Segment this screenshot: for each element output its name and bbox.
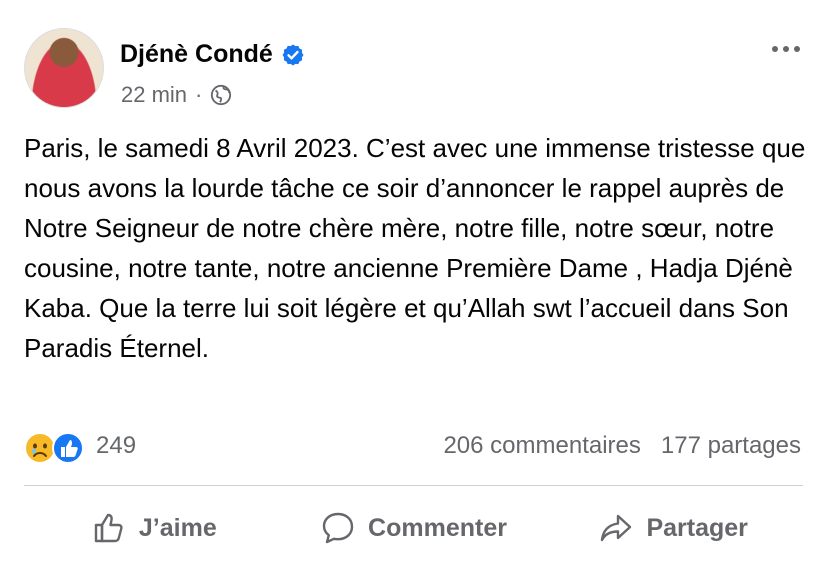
share-button[interactable]: Partager (543, 500, 803, 556)
engagement-counts: 206 commentaires 177 partages (443, 432, 801, 460)
comment-label: Commenter (368, 513, 507, 542)
reaction-icons[interactable] (24, 430, 92, 466)
post-text: Paris, le samedi 8 Avril 2023. C’est ave… (24, 133, 806, 363)
like-icon (52, 432, 84, 464)
like-label: J’aime (138, 513, 217, 542)
post-meta: 22 min · (121, 82, 232, 108)
meta-separator: · (195, 82, 203, 107)
comments-count[interactable]: 206 commentaires (443, 432, 640, 460)
share-icon (601, 514, 632, 542)
more-options-icon[interactable] (769, 37, 803, 61)
post-header: Djénè Condé (120, 40, 305, 69)
comment-icon (322, 512, 354, 544)
verified-badge-icon (282, 44, 304, 65)
divider (24, 485, 803, 486)
author-avatar[interactable] (24, 28, 104, 108)
thumbs-up-icon (94, 513, 123, 543)
post-timestamp[interactable]: 22 min (121, 82, 187, 108)
like-button[interactable]: J’aime (24, 500, 284, 556)
post-actions: J’aime Commenter Partager (24, 500, 803, 556)
reaction-count[interactable]: 249 (96, 432, 136, 460)
globe-icon (211, 84, 232, 106)
sad-face-icon (24, 432, 56, 464)
comment-button[interactable]: Commenter (284, 500, 544, 556)
reactions-summary[interactable]: 249 206 commentaires 177 partages (24, 430, 803, 466)
shares-count[interactable]: 177 partages (661, 432, 801, 460)
share-label: Partager (646, 513, 748, 542)
author-name[interactable]: Djénè Condé (120, 40, 273, 69)
